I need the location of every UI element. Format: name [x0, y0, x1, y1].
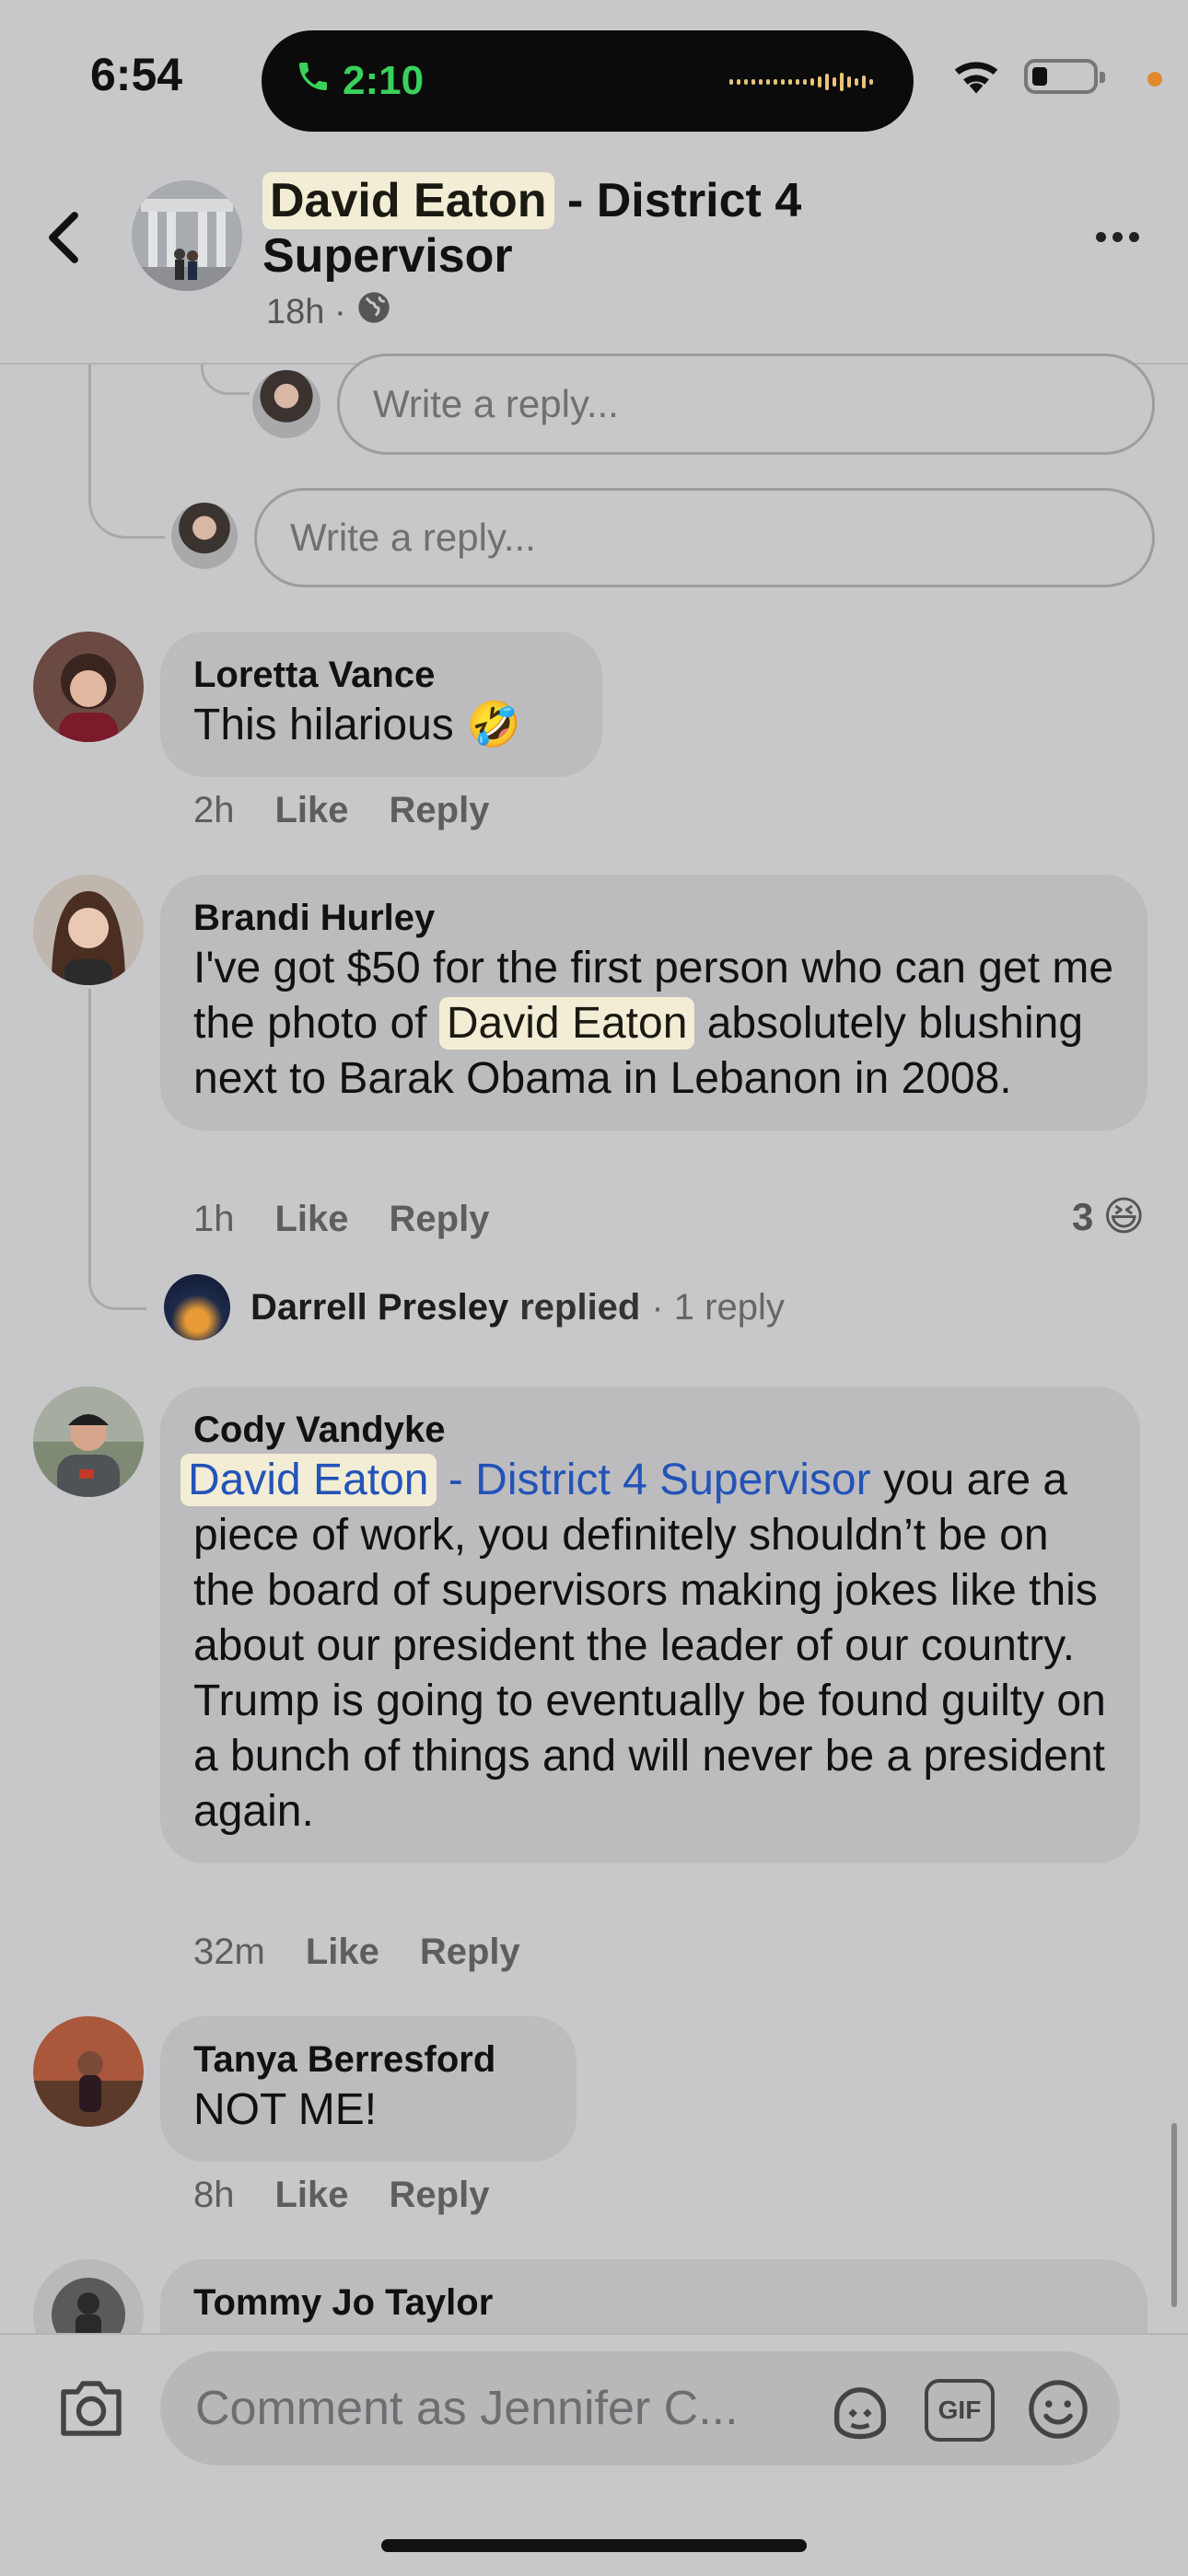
like-button[interactable]: Like — [275, 2175, 349, 2216]
globe-icon — [355, 289, 392, 335]
call-duration: 2:10 — [343, 58, 425, 103]
scrollbar[interactable] — [1171, 2123, 1177, 2307]
comment-text: David Eaton - District 4 Supervisor you … — [181, 1453, 1107, 1839]
dynamic-island[interactable]: 2:10 — [262, 30, 914, 132]
reply-button[interactable]: Reply — [420, 1932, 520, 1973]
camera-icon — [55, 2381, 127, 2443]
back-button[interactable] — [44, 210, 83, 270]
comment-placeholder: Comment as Jennifer C... — [195, 2382, 739, 2435]
privacy-indicator — [1147, 72, 1162, 87]
status-time: 6:54 — [90, 49, 183, 100]
battery-icon — [1024, 59, 1105, 94]
comment-bubble[interactable]: Cody Vandyke David Eaton - District 4 Su… — [160, 1387, 1140, 1863]
comment-bubble[interactable]: Tanya Berresford NOT ME! — [160, 2016, 577, 2162]
avatar-sticker-icon — [825, 2387, 895, 2447]
page-title[interactable]: David Eaton - District 4 Supervisor — [262, 172, 907, 284]
comment-author[interactable]: Brandi Hurley — [193, 895, 1114, 941]
gif-icon: GIF — [938, 2396, 982, 2424]
comment-author[interactable]: Cody Vandyke — [193, 1407, 1107, 1453]
comment-time: 8h — [193, 2175, 235, 2215]
comment-actions: 8h Like Reply — [193, 2175, 489, 2216]
avatar[interactable] — [33, 2016, 144, 2127]
like-button[interactable]: Like — [306, 1932, 379, 1973]
haha-reaction-icon: 😆 — [1102, 1194, 1146, 1239]
reply-avatar — [171, 503, 238, 569]
comment-author[interactable]: Loretta Vance — [193, 652, 569, 698]
reply-count: · 1 reply — [651, 1286, 785, 1328]
replied-author: Darrell Presley — [250, 1286, 509, 1328]
comment-text-body: you are a piece of work, you definitely … — [193, 1456, 1106, 1836]
avatar — [164, 1274, 230, 1340]
like-button[interactable]: Like — [275, 1199, 349, 1240]
replied-label: replied — [519, 1286, 641, 1328]
avatar[interactable] — [33, 632, 144, 742]
comment-text: This hilarious 🤣 — [193, 698, 569, 753]
reaction-summary[interactable]: 3 😆 — [1072, 1193, 1145, 1240]
comment-actions: 2h Like Reply — [193, 790, 489, 831]
gif-button[interactable]: GIF — [925, 2379, 995, 2442]
comment-text-body: This hilarious — [193, 701, 454, 749]
avatar[interactable] — [33, 875, 144, 985]
comment-actions: 32m Like Reply — [193, 1932, 520, 1973]
mention-david-eaton[interactable]: David Eaton — [438, 997, 695, 1050]
comment-bubble[interactable]: Brandi Hurley I've got $50 for the first… — [160, 875, 1147, 1131]
emoji-icon — [1026, 2380, 1090, 2445]
comment-actions: 1h Like Reply — [193, 1199, 489, 1240]
reply-button[interactable]: Reply — [390, 790, 490, 831]
comment-author[interactable]: Tanya Berresford — [193, 2036, 543, 2083]
avatar[interactable] — [33, 1387, 144, 1497]
title-name-highlight[interactable]: David Eaton — [262, 172, 554, 229]
reply-placeholder: Write a reply... — [290, 516, 536, 559]
reply-button[interactable]: Reply — [390, 1199, 490, 1240]
mention-district-supervisor[interactable]: - District 4 Supervisor — [448, 1456, 871, 1504]
thread-line — [201, 365, 250, 395]
comment-text: NOT ME! — [193, 2085, 378, 2134]
chevron-left-icon — [44, 212, 83, 269]
reply-avatar — [252, 370, 320, 438]
post-time: 18h · — [266, 292, 346, 331]
audio-wave-icon — [729, 70, 877, 94]
camera-button[interactable] — [55, 2377, 127, 2444]
reply-button[interactable]: Reply — [390, 2175, 490, 2216]
comment-time: 32m — [193, 1932, 265, 1972]
avatar-sticker-button[interactable] — [825, 2377, 895, 2448]
thread-line — [88, 989, 146, 1310]
page-avatar[interactable] — [132, 180, 242, 291]
rofl-emoji: 🤣 — [466, 701, 521, 749]
reply-input[interactable]: Write a reply... — [337, 354, 1155, 455]
home-indicator — [381, 2539, 807, 2552]
reply-placeholder: Write a reply... — [373, 382, 619, 425]
thread-line — [88, 365, 165, 539]
reply-input[interactable]: Write a reply... — [254, 488, 1155, 587]
comment-author[interactable]: Tommy Jo Taylor — [193, 2280, 1114, 2326]
phone-icon — [295, 58, 332, 105]
replied-row[interactable]: Darrell Presley replied · 1 reply — [164, 1274, 785, 1340]
reaction-count: 3 — [1072, 1194, 1094, 1238]
more-options-button[interactable] — [1096, 232, 1139, 242]
more-icon — [1096, 232, 1106, 242]
comment-text: I've got $50 for the first person who ca… — [193, 941, 1114, 1107]
comment-time: 2h — [193, 790, 235, 830]
wifi-icon — [949, 55, 1004, 100]
like-button[interactable]: Like — [275, 790, 349, 831]
comment-bubble[interactable]: Loretta Vance This hilarious 🤣 — [160, 632, 602, 777]
call-indicator[interactable]: 2:10 — [295, 52, 424, 110]
comment-time: 1h — [193, 1199, 235, 1239]
emoji-button[interactable] — [1026, 2377, 1090, 2446]
post-meta: 18h · — [266, 289, 392, 335]
mention-david-eaton[interactable]: David Eaton — [181, 1454, 437, 1506]
